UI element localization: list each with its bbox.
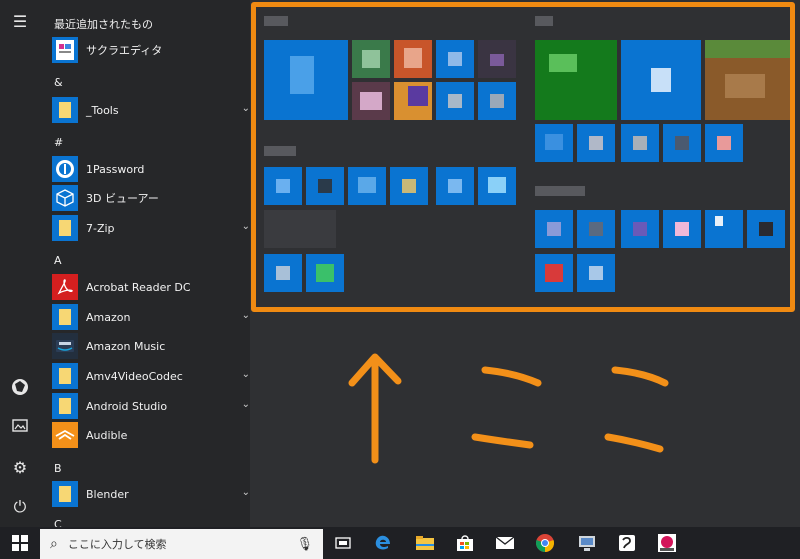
folder-icon [52, 215, 78, 241]
taskbar-search-box[interactable]: ⌕ ここに入力して検索 🎙 [40, 529, 323, 559]
chevron-down-icon: ⌄ [241, 369, 250, 380]
search-icon: ⌕ [50, 536, 58, 552]
app-item-acrobat[interactable]: Acrobat Reader DC [52, 273, 252, 301]
app-icon[interactable] [654, 530, 680, 556]
chrome-icon[interactable] [532, 530, 558, 556]
app-label: _Tools [86, 103, 119, 117]
audible-icon [52, 422, 78, 448]
windows-start-button[interactable] [0, 527, 40, 559]
1password-icon [52, 156, 78, 182]
app-label: Blender [86, 487, 129, 501]
highlight-frame [251, 2, 795, 312]
app-label: Amazon [86, 310, 131, 324]
folder-icon [52, 97, 78, 123]
start-rail: ☰ ⚙ ⏻ [0, 0, 40, 527]
edge-browser-icon[interactable] [370, 530, 396, 556]
chevron-down-icon: ⌄ [241, 487, 250, 498]
pictures-icon[interactable] [10, 418, 30, 438]
user-avatar-icon[interactable] [10, 378, 30, 398]
section-header-amp[interactable]: & [54, 76, 63, 89]
power-icon[interactable]: ⏻ [10, 497, 30, 517]
file-explorer-icon[interactable] [412, 530, 438, 556]
app-label: Amazon Music [86, 339, 166, 353]
app-item-tools[interactable]: _Tools ⌄ [52, 96, 252, 124]
app-label: Android Studio [86, 399, 168, 413]
app-label: Audible [86, 428, 128, 442]
section-header-b[interactable]: B [54, 462, 62, 475]
3d-viewer-icon [52, 185, 78, 211]
app-item-3d-viewer[interactable]: 3D ビューアー [52, 184, 252, 212]
acrobat-icon [52, 274, 78, 300]
hamburger-menu-icon[interactable]: ☰ [10, 12, 30, 32]
app-list: 最近追加されたもの サクラエディタ & _Tools ⌄ # 1Password… [40, 0, 252, 531]
recent-header: 最近追加されたもの [54, 18, 153, 31]
chevron-down-icon: ⌄ [241, 310, 250, 321]
task-view-icon[interactable] [330, 530, 356, 556]
app-item-amv4videocodec[interactable]: Amv4VideoCodec ⌄ [52, 362, 252, 390]
folder-icon [52, 363, 78, 389]
app-item-1password[interactable]: 1Password [52, 155, 252, 183]
mail-icon[interactable] [492, 530, 518, 556]
section-header-hash[interactable]: # [54, 136, 63, 149]
app-label: 1Password [86, 162, 145, 176]
app-item-7zip[interactable]: 7-Zip ⌄ [52, 214, 252, 242]
section-header-a[interactable]: A [54, 254, 62, 267]
settings-gear-icon[interactable]: ⚙ [10, 458, 30, 478]
annotation-arrow-icon [348, 353, 669, 464]
app-item-amazon[interactable]: Amazon ⌄ [52, 303, 252, 331]
app-label: Acrobat Reader DC [86, 280, 191, 294]
app-icon[interactable] [614, 530, 640, 556]
chevron-down-icon: ⌄ [241, 399, 250, 410]
folder-icon [52, 304, 78, 330]
app-item-sakura-editor[interactable]: サクラエディタ [52, 36, 252, 64]
app-item-blender[interactable]: Blender ⌄ [52, 480, 252, 508]
microsoft-store-icon[interactable] [452, 530, 478, 556]
chevron-down-icon: ⌄ [241, 103, 250, 114]
amazon-music-icon [52, 333, 78, 359]
search-placeholder: ここに入力して検索 [67, 538, 167, 551]
app-label: 3D ビューアー [86, 192, 159, 205]
app-label: 7-Zip [86, 221, 115, 235]
folder-icon [52, 393, 78, 419]
app-label: サクラエディタ [86, 44, 163, 57]
app-item-amazon-music[interactable]: Amazon Music [52, 332, 252, 360]
app-item-audible[interactable]: Audible [52, 421, 252, 449]
app-item-android-studio[interactable]: Android Studio ⌄ [52, 392, 252, 420]
folder-icon [52, 481, 78, 507]
windows-logo-icon [12, 535, 28, 551]
app-label: Amv4VideoCodec [86, 369, 183, 383]
sakura-editor-icon [52, 37, 78, 63]
chevron-down-icon: ⌄ [241, 221, 250, 232]
microphone-icon[interactable]: 🎙 [296, 537, 313, 552]
remote-desktop-icon[interactable] [574, 530, 600, 556]
